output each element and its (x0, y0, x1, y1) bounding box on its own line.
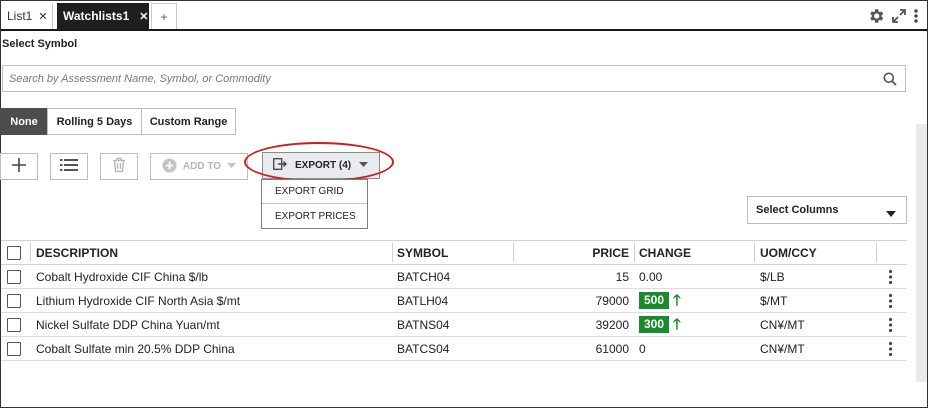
column-header-change[interactable]: CHANGE (639, 241, 691, 264)
cell-symbol: BATCH04 (397, 269, 451, 284)
range-rolling-5-days-button[interactable]: Rolling 5 Days (47, 108, 142, 135)
change-badge: 300 (639, 316, 669, 333)
add-to-button[interactable]: ADD TO (150, 153, 248, 180)
menu-item-export-prices[interactable]: EXPORT PRICES (262, 204, 367, 228)
more-vertical-icon[interactable] (913, 8, 919, 24)
search-box (2, 65, 906, 92)
table-row[interactable]: Nickel Sulfate DDP China Yuan/mt BATNS04… (1, 313, 907, 337)
tab-bar: List1 ✕ Watchlists1 ✕ + (1, 1, 927, 31)
add-button[interactable] (0, 153, 38, 180)
cell-uom: CN¥/MT (760, 317, 805, 332)
cell-symbol: BATNS04 (397, 317, 450, 332)
cell-description: Cobalt Sulfate min 20.5% DDP China (36, 341, 235, 356)
cell-uom: CN¥/MT (760, 341, 805, 356)
add-tab-button[interactable]: + (151, 3, 177, 29)
cell-change: 0.00 (639, 269, 663, 284)
section-title: Select Symbol (2, 38, 78, 50)
cell-price: 61000 (595, 341, 629, 356)
highlight-annotation (244, 142, 394, 182)
cell-symbol: BATLH04 (397, 293, 449, 308)
cell-uom: $/MT (760, 293, 788, 308)
cell-price: 15 (615, 269, 629, 284)
column-header-uom[interactable]: UOM/CCY (760, 241, 817, 264)
row-menu-icon[interactable] (881, 313, 899, 336)
grid-header-row: DESCRIPTION SYMBOL PRICE CHANGE UOM/CCY (1, 240, 907, 265)
cell-change: 0 (639, 341, 646, 356)
add-to-label: ADD TO (182, 161, 222, 172)
arrow-up-icon: 🡑 (673, 292, 681, 309)
select-columns-dropdown[interactable]: Select Columns (747, 196, 907, 224)
list-view-button[interactable] (50, 153, 88, 180)
table-row[interactable]: Cobalt Sulfate min 20.5% DDP China BATCS… (1, 337, 907, 361)
plus-icon (11, 157, 27, 176)
date-range-selector: None Rolling 5 Days Custom Range (0, 108, 236, 135)
search-icon[interactable] (883, 72, 897, 89)
tab-label: Watchlists1 (63, 9, 130, 23)
cell-description: Cobalt Hydroxide CIF China $/lb (36, 269, 209, 284)
table-row[interactable]: Cobalt Hydroxide CIF China $/lb BATCH04 … (1, 265, 907, 289)
tab-label: List1 (7, 9, 33, 23)
arrow-up-icon: 🡑 (673, 316, 681, 333)
row-menu-icon[interactable] (881, 337, 899, 360)
export-menu: EXPORT GRID EXPORT PRICES (261, 179, 368, 229)
row-checkbox[interactable] (7, 269, 21, 284)
expand-icon[interactable] (891, 8, 907, 24)
cell-uom: $/LB (760, 269, 785, 284)
cell-price: 79000 (595, 293, 629, 308)
row-checkbox[interactable] (7, 341, 21, 356)
list-icon (60, 158, 78, 175)
watchlist-grid: DESCRIPTION SYMBOL PRICE CHANGE UOM/CCY … (1, 240, 907, 361)
select-columns-label: Select Columns (756, 204, 839, 216)
gear-icon[interactable] (867, 7, 885, 25)
row-menu-icon[interactable] (881, 265, 899, 288)
delete-button[interactable] (100, 153, 138, 180)
cell-symbol: BATCS04 (397, 341, 450, 356)
caret-down-icon (227, 161, 237, 172)
row-menu-icon[interactable] (881, 289, 899, 312)
column-header-symbol[interactable]: SYMBOL (397, 241, 448, 264)
window-controls (867, 7, 919, 25)
range-none-button[interactable]: None (0, 108, 48, 135)
change-badge: 500 (639, 292, 669, 309)
column-header-price[interactable]: PRICE (521, 241, 629, 264)
select-all-checkbox[interactable] (7, 245, 21, 260)
close-icon[interactable]: ✕ (139, 10, 148, 23)
table-row[interactable]: Lithium Hydroxide CIF North Asia $/mt BA… (1, 289, 907, 313)
close-icon[interactable]: ✕ (38, 10, 47, 23)
cell-description: Lithium Hydroxide CIF North Asia $/mt (36, 293, 241, 308)
row-checkbox[interactable] (7, 317, 21, 332)
plus-circle-icon (162, 158, 177, 176)
row-checkbox[interactable] (7, 293, 21, 308)
tab-watchlists1[interactable]: Watchlists1 ✕ (57, 3, 149, 29)
cell-price: 39200 (595, 317, 629, 332)
caret-down-icon (886, 208, 896, 220)
trash-icon (112, 157, 126, 176)
vertical-scrollbar[interactable] (916, 124, 927, 382)
search-input[interactable] (9, 70, 869, 88)
tab-list1[interactable]: List1 ✕ (1, 3, 53, 29)
range-custom-button[interactable]: Custom Range (141, 108, 236, 135)
menu-item-export-grid[interactable]: EXPORT GRID (262, 180, 367, 204)
cell-description: Nickel Sulfate DDP China Yuan/mt (36, 317, 220, 332)
column-header-description[interactable]: DESCRIPTION (36, 241, 118, 264)
